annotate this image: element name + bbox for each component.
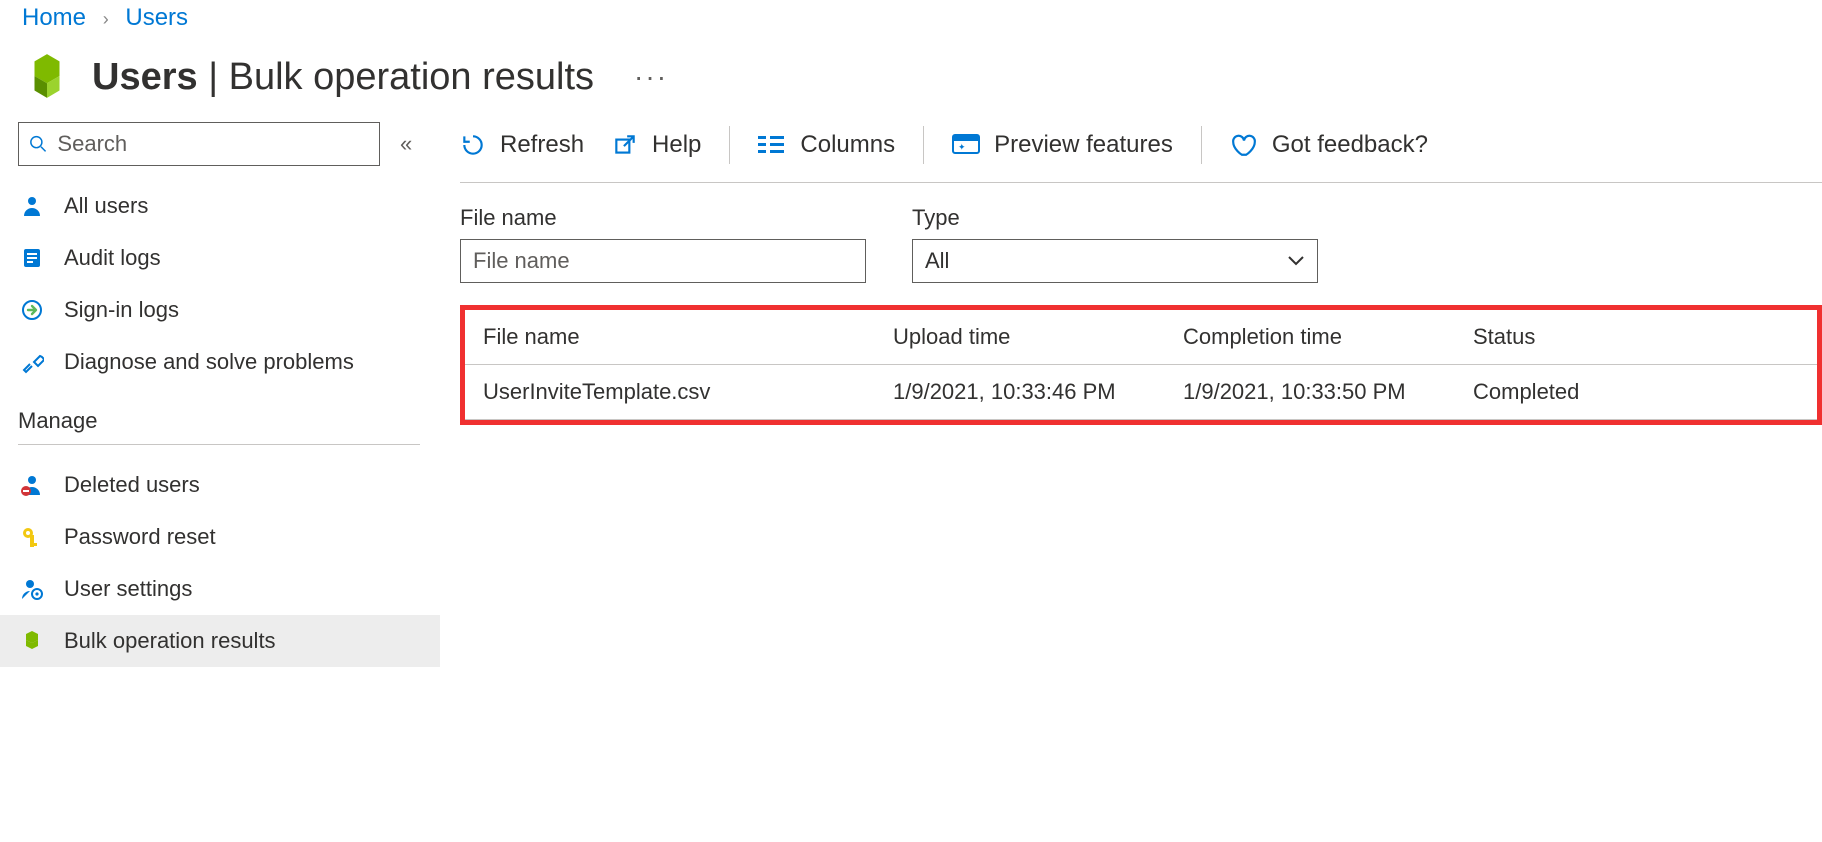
sidebar-item-signin-logs[interactable]: Sign-in logs — [18, 284, 420, 336]
collapse-sidebar-icon[interactable]: « — [400, 131, 412, 157]
sidebar: « All users Audit logs Sign-in logs — [0, 122, 440, 824]
sidebar-item-label: Diagnose and solve problems — [64, 349, 354, 375]
cell-status: Completed — [1473, 379, 1799, 405]
person-icon — [18, 192, 46, 220]
search-icon — [29, 134, 47, 154]
feedback-label: Got feedback? — [1272, 131, 1428, 159]
user-gear-icon — [18, 575, 46, 603]
filter-file-input[interactable] — [460, 239, 866, 283]
sidebar-item-deleted-users[interactable]: Deleted users — [18, 459, 420, 511]
sidebar-item-label: Bulk operation results — [64, 628, 276, 654]
filter-type-select[interactable]: All — [912, 239, 1318, 283]
page-title-strong: Users — [92, 56, 198, 98]
sidebar-item-label: Sign-in logs — [64, 297, 179, 323]
sidebar-search-input[interactable] — [55, 130, 369, 158]
results-table: File name Upload time Completion time St… — [460, 305, 1822, 425]
cell-completion: 1/9/2021, 10:33:50 PM — [1183, 379, 1463, 405]
help-label: Help — [652, 131, 701, 159]
cell-upload: 1/9/2021, 10:33:46 PM — [893, 379, 1173, 405]
deleted-user-icon — [18, 471, 46, 499]
table-header: File name Upload time Completion time St… — [465, 310, 1817, 365]
table-header-completion[interactable]: Completion time — [1183, 324, 1463, 350]
filter-type-label: Type — [912, 205, 1318, 231]
sidebar-item-label: Deleted users — [64, 472, 200, 498]
sidebar-item-label: User settings — [64, 576, 192, 602]
filter-type-value: All — [925, 248, 949, 274]
columns-label: Columns — [800, 131, 895, 159]
page-title: Users | Bulk operation results — [92, 56, 594, 99]
more-button[interactable]: ··· — [634, 61, 668, 93]
toolbar-divider — [923, 126, 924, 164]
heart-icon — [1230, 132, 1258, 158]
preview-label: Preview features — [994, 131, 1173, 159]
feedback-button[interactable]: Got feedback? — [1230, 131, 1428, 159]
breadcrumb-home[interactable]: Home — [22, 4, 86, 31]
svg-text:✦: ✦ — [958, 142, 966, 152]
toolbar-divider — [729, 126, 730, 164]
filter-file-label: File name — [460, 205, 866, 231]
toolbar-divider — [1201, 126, 1202, 164]
breadcrumb: Home › Users — [0, 0, 1822, 32]
table-header-file[interactable]: File name — [483, 324, 883, 350]
breadcrumb-separator-icon: › — [103, 9, 109, 29]
preview-button[interactable]: ✦ Preview features — [952, 131, 1173, 159]
sidebar-item-label: Audit logs — [64, 245, 161, 271]
sidebar-item-label: Password reset — [64, 524, 216, 550]
help-button[interactable]: Help — [612, 131, 701, 159]
preview-icon: ✦ — [952, 134, 980, 156]
cell-file: UserInviteTemplate.csv — [483, 379, 883, 405]
page-title-row: Users | Bulk operation results ··· — [0, 32, 1822, 122]
sidebar-search[interactable] — [18, 122, 380, 166]
refresh-button[interactable]: Refresh — [460, 131, 584, 159]
servers-icon — [22, 52, 72, 102]
columns-button[interactable]: Columns — [758, 131, 895, 159]
chevron-down-icon — [1287, 250, 1305, 273]
sidebar-item-user-settings[interactable]: User settings — [18, 563, 420, 615]
key-icon — [18, 523, 46, 551]
main-content: Refresh Help Columns ✦ Preview features — [440, 122, 1822, 824]
wrench-icon — [18, 348, 46, 376]
sidebar-item-bulk-results[interactable]: Bulk operation results — [0, 615, 440, 667]
filter-bar: File name Type All — [460, 183, 1822, 305]
page-title-rest: | Bulk operation results — [198, 56, 594, 98]
refresh-icon — [460, 132, 486, 158]
sidebar-section-manage: Manage — [18, 388, 420, 445]
external-link-icon — [612, 132, 638, 158]
sidebar-item-diagnose[interactable]: Diagnose and solve problems — [18, 336, 420, 388]
table-header-status[interactable]: Status — [1473, 324, 1799, 350]
columns-icon — [758, 134, 786, 156]
sidebar-item-password-reset[interactable]: Password reset — [18, 511, 420, 563]
refresh-label: Refresh — [500, 131, 584, 159]
sidebar-item-all-users[interactable]: All users — [18, 180, 420, 232]
bulk-icon — [18, 627, 46, 655]
sidebar-item-audit-logs[interactable]: Audit logs — [18, 232, 420, 284]
breadcrumb-users[interactable]: Users — [125, 4, 188, 31]
table-row[interactable]: UserInviteTemplate.csv 1/9/2021, 10:33:4… — [465, 365, 1817, 420]
toolbar: Refresh Help Columns ✦ Preview features — [460, 122, 1822, 183]
log-icon — [18, 244, 46, 272]
signin-icon — [18, 296, 46, 324]
table-header-upload[interactable]: Upload time — [893, 324, 1173, 350]
sidebar-item-label: All users — [64, 193, 148, 219]
